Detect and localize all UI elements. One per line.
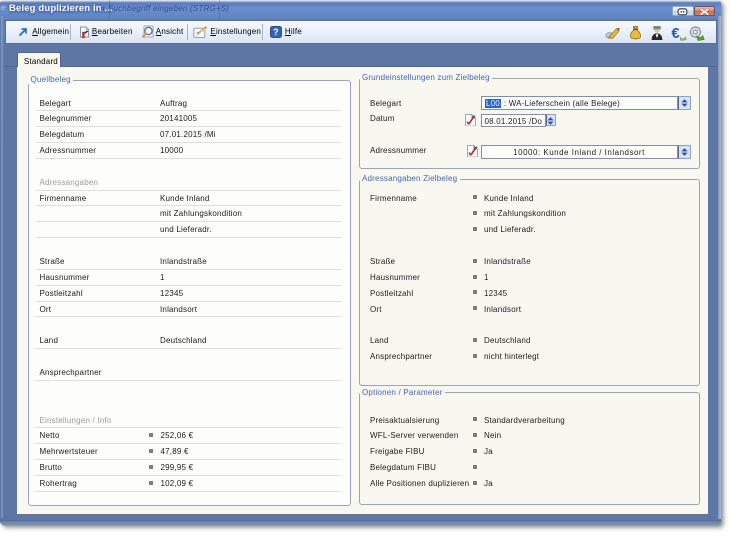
svg-text:€: € — [672, 26, 680, 41]
svg-text:?: ? — [273, 27, 279, 37]
